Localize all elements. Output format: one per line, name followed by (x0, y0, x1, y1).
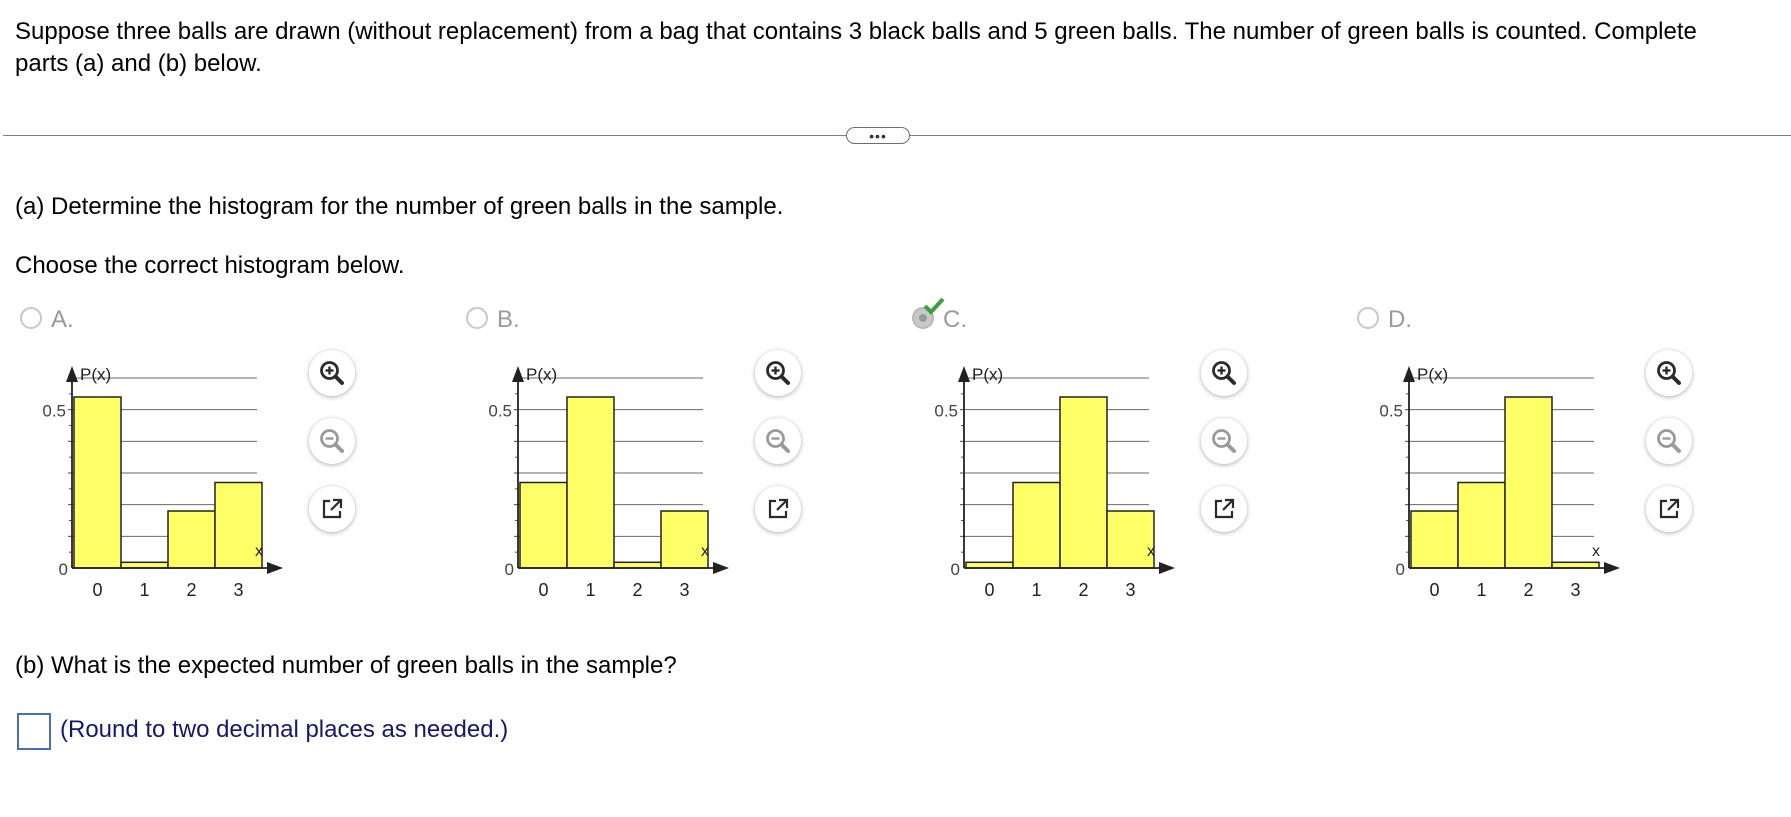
zoom-out-button[interactable] (1201, 418, 1247, 464)
y-tick-label: 0.5 (42, 402, 66, 421)
x-tick-label: 2 (1523, 580, 1533, 600)
x-tick-label: 1 (139, 580, 149, 600)
part-a-instruction: Choose the correct histogram below. (15, 252, 405, 279)
answer-input[interactable] (17, 713, 51, 750)
option-d[interactable]: D. P(x) x 0.5 0 0 1 2 3 (1354, 300, 1699, 620)
x-tick-label: 0 (92, 580, 102, 600)
y-axis-arrow (958, 366, 970, 382)
zoom-in-button[interactable] (1201, 350, 1247, 396)
y-axis-label: P(x) (80, 365, 111, 384)
zoom-in-button[interactable] (1646, 350, 1692, 396)
zoom-in-icon (763, 358, 793, 388)
x-axis-arrow (1159, 562, 1175, 574)
zoom-out-icon (317, 426, 347, 456)
zoom-in-button[interactable] (755, 350, 801, 396)
x-axis-arrow (713, 562, 729, 574)
histogram-chart: P(x) x 0.5 0 0 1 2 3 (1379, 365, 1620, 600)
option-a[interactable]: A. P(x) x 0.5 0 0 1 2 3 (17, 300, 362, 620)
bar-2 (167, 510, 216, 569)
radio-button[interactable] (1357, 307, 1379, 329)
y-axis-label: P(x) (526, 365, 557, 384)
x-axis-label: x (1147, 543, 1155, 560)
checkmark-icon (923, 297, 945, 320)
x-tick-label: 0 (1429, 580, 1439, 600)
y-tick-label: 0 (505, 560, 514, 579)
option-label: D. (1388, 306, 1412, 333)
x-tick-label: 2 (632, 580, 642, 600)
zoom-out-icon (1209, 426, 1239, 456)
x-tick-label: 0 (984, 580, 994, 600)
x-tick-label: 3 (1125, 580, 1135, 600)
y-axis-arrow (66, 366, 78, 382)
y-axis-arrow (512, 366, 524, 382)
x-axis-arrow (267, 562, 283, 574)
zoom-in-icon (1654, 358, 1684, 388)
x-tick-label: 3 (233, 580, 243, 600)
option-label: C. (943, 306, 967, 333)
y-tick-label: 0.5 (488, 402, 512, 421)
y-axis-label: P(x) (1417, 365, 1448, 384)
x-axis-arrow (1604, 562, 1620, 574)
zoom-out-button[interactable] (755, 418, 801, 464)
bar-0 (73, 396, 122, 569)
y-axis-label: P(x) (972, 365, 1003, 384)
zoom-out-icon (1654, 426, 1684, 456)
zoom-out-button[interactable] (309, 418, 355, 464)
histogram-chart: P(x) x 0.5 0 0 1 2 3 (42, 365, 283, 600)
pop-out-icon (319, 496, 345, 522)
radio-button[interactable] (20, 307, 42, 329)
option-label: A. (51, 306, 74, 333)
x-axis-label: x (1592, 543, 1600, 560)
question-text: Suppose three balls are drawn (without r… (15, 18, 1697, 77)
pop-out-icon (765, 496, 791, 522)
x-tick-label: 3 (1570, 580, 1580, 600)
part-a-prompt: (a) Determine the histogram for the numb… (15, 193, 784, 220)
y-tick-label: 0 (59, 560, 68, 579)
option-b[interactable]: B. P(x) x 0.5 0 0 1 2 3 (463, 300, 808, 620)
histogram-chart: P(x) x 0.5 0 0 1 2 3 (934, 365, 1175, 600)
zoom-out-icon (763, 426, 793, 456)
x-tick-label: 3 (679, 580, 689, 600)
part-b-prompt: (b) What is the expected number of green… (15, 652, 677, 679)
bar-2 (1504, 396, 1553, 569)
bar-1 (1012, 481, 1061, 569)
x-tick-label: 2 (1078, 580, 1088, 600)
x-tick-label: 2 (186, 580, 196, 600)
zoom-in-icon (317, 358, 347, 388)
bar-0 (1410, 510, 1459, 569)
pop-out-icon (1211, 496, 1237, 522)
x-tick-label: 0 (538, 580, 548, 600)
y-tick-label: 0.5 (934, 402, 958, 421)
x-tick-label: 1 (585, 580, 595, 600)
option-label: B. (497, 306, 520, 333)
expand-button[interactable]: ••• (846, 127, 910, 144)
pop-out-button[interactable] (1646, 486, 1692, 532)
option-c[interactable]: C. P(x) x 0.5 0 0 1 2 3 (909, 297, 1254, 620)
zoom-in-button[interactable] (309, 350, 355, 396)
x-axis-label: x (701, 543, 709, 560)
x-axis-label: x (255, 543, 263, 560)
radio-button[interactable] (466, 307, 488, 329)
pop-out-button[interactable] (755, 486, 801, 532)
x-tick-label: 1 (1031, 580, 1041, 600)
zoom-out-button[interactable] (1646, 418, 1692, 464)
zoom-in-icon (1209, 358, 1239, 388)
bar-1 (1457, 481, 1506, 569)
y-axis-arrow (1403, 366, 1415, 382)
pop-out-button[interactable] (1201, 486, 1247, 532)
y-tick-label: 0 (1396, 560, 1405, 579)
y-tick-label: 0 (951, 560, 960, 579)
rounding-hint: (Round to two decimal places as needed.) (60, 716, 509, 743)
y-tick-label: 0.5 (1379, 402, 1403, 421)
bar-1 (566, 396, 615, 569)
pop-out-icon (1656, 496, 1682, 522)
x-tick-label: 1 (1476, 580, 1486, 600)
bar-2 (1059, 396, 1108, 569)
pop-out-button[interactable] (309, 486, 355, 532)
histogram-chart: P(x) x 0.5 0 0 1 2 3 (488, 365, 729, 600)
bar-0 (519, 481, 568, 569)
